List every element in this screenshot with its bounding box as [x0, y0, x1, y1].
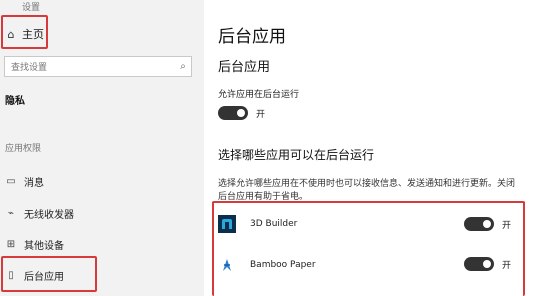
sidebar-item-label: 无线收发器: [24, 209, 74, 221]
page-title: 后台应用: [218, 27, 286, 47]
sidebar-item-radios[interactable]: ⌁ 无线收发器: [4, 203, 74, 223]
sidebar-item-label: 其他设备: [24, 240, 64, 252]
sidebar-item-other-devices[interactable]: ⊞ 其他设备: [4, 234, 64, 254]
sidebar-item-messaging[interactable]: ▭ 消息: [4, 171, 44, 191]
app-permissions-heading: 应用权限: [5, 144, 42, 154]
allow-background-toggle[interactable]: [218, 106, 248, 120]
window-title: 设置: [22, 3, 41, 13]
home-highlight-box: [1, 15, 48, 49]
message-icon: ▭: [6, 175, 16, 187]
allow-background-label: 允许应用在后台运行: [218, 90, 300, 100]
sidebar-item-label: 消息: [24, 177, 44, 189]
search-box[interactable]: 查找设置 ⌕: [4, 56, 192, 77]
search-input[interactable]: 查找设置: [11, 60, 175, 73]
app-list-highlight-box: [212, 201, 525, 296]
search-icon[interactable]: ⌕: [175, 61, 191, 72]
background-apps-highlight-box: [1, 256, 97, 292]
toggle-knob: [237, 109, 245, 117]
section-title: 后台应用: [218, 60, 271, 75]
allow-background-state: 开: [256, 110, 266, 120]
devices-icon: ⊞: [6, 238, 16, 250]
choose-apps-title: 选择哪些应用可以在后台运行: [218, 148, 375, 162]
privacy-heading: 隐私: [5, 96, 25, 107]
radio-icon: ⌁: [7, 207, 15, 219]
